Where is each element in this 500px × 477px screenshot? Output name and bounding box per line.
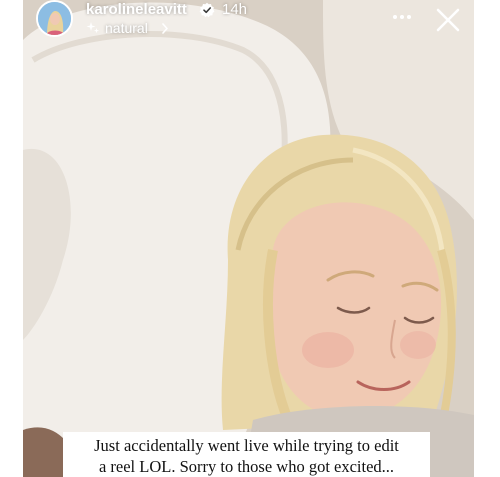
caption-line-2: a reel LOL. Sorry to those who got excit…	[98, 457, 395, 476]
more-icon[interactable]	[392, 13, 412, 21]
close-icon[interactable]	[434, 6, 462, 34]
username[interactable]: karolineleavitt	[86, 1, 187, 18]
verified-badge-icon	[199, 2, 215, 18]
time-ago: 14h	[222, 1, 248, 18]
chevron-right-icon	[162, 23, 168, 34]
story-viewer: karolineleavitt 14h natural Just acciden	[0, 0, 500, 477]
story-photo	[23, 0, 474, 477]
avatar-photo	[38, 2, 71, 35]
audio-label: natural	[105, 20, 148, 36]
avatar[interactable]	[36, 0, 73, 37]
sparkle-icon	[86, 22, 99, 34]
caption-line-1: Just accidentally went live while trying…	[94, 436, 399, 455]
story-header: karolineleavitt 14h natural	[0, 0, 500, 44]
story-caption: Just accidentally went live while trying…	[63, 432, 430, 477]
story-photo-illustration	[23, 0, 474, 477]
